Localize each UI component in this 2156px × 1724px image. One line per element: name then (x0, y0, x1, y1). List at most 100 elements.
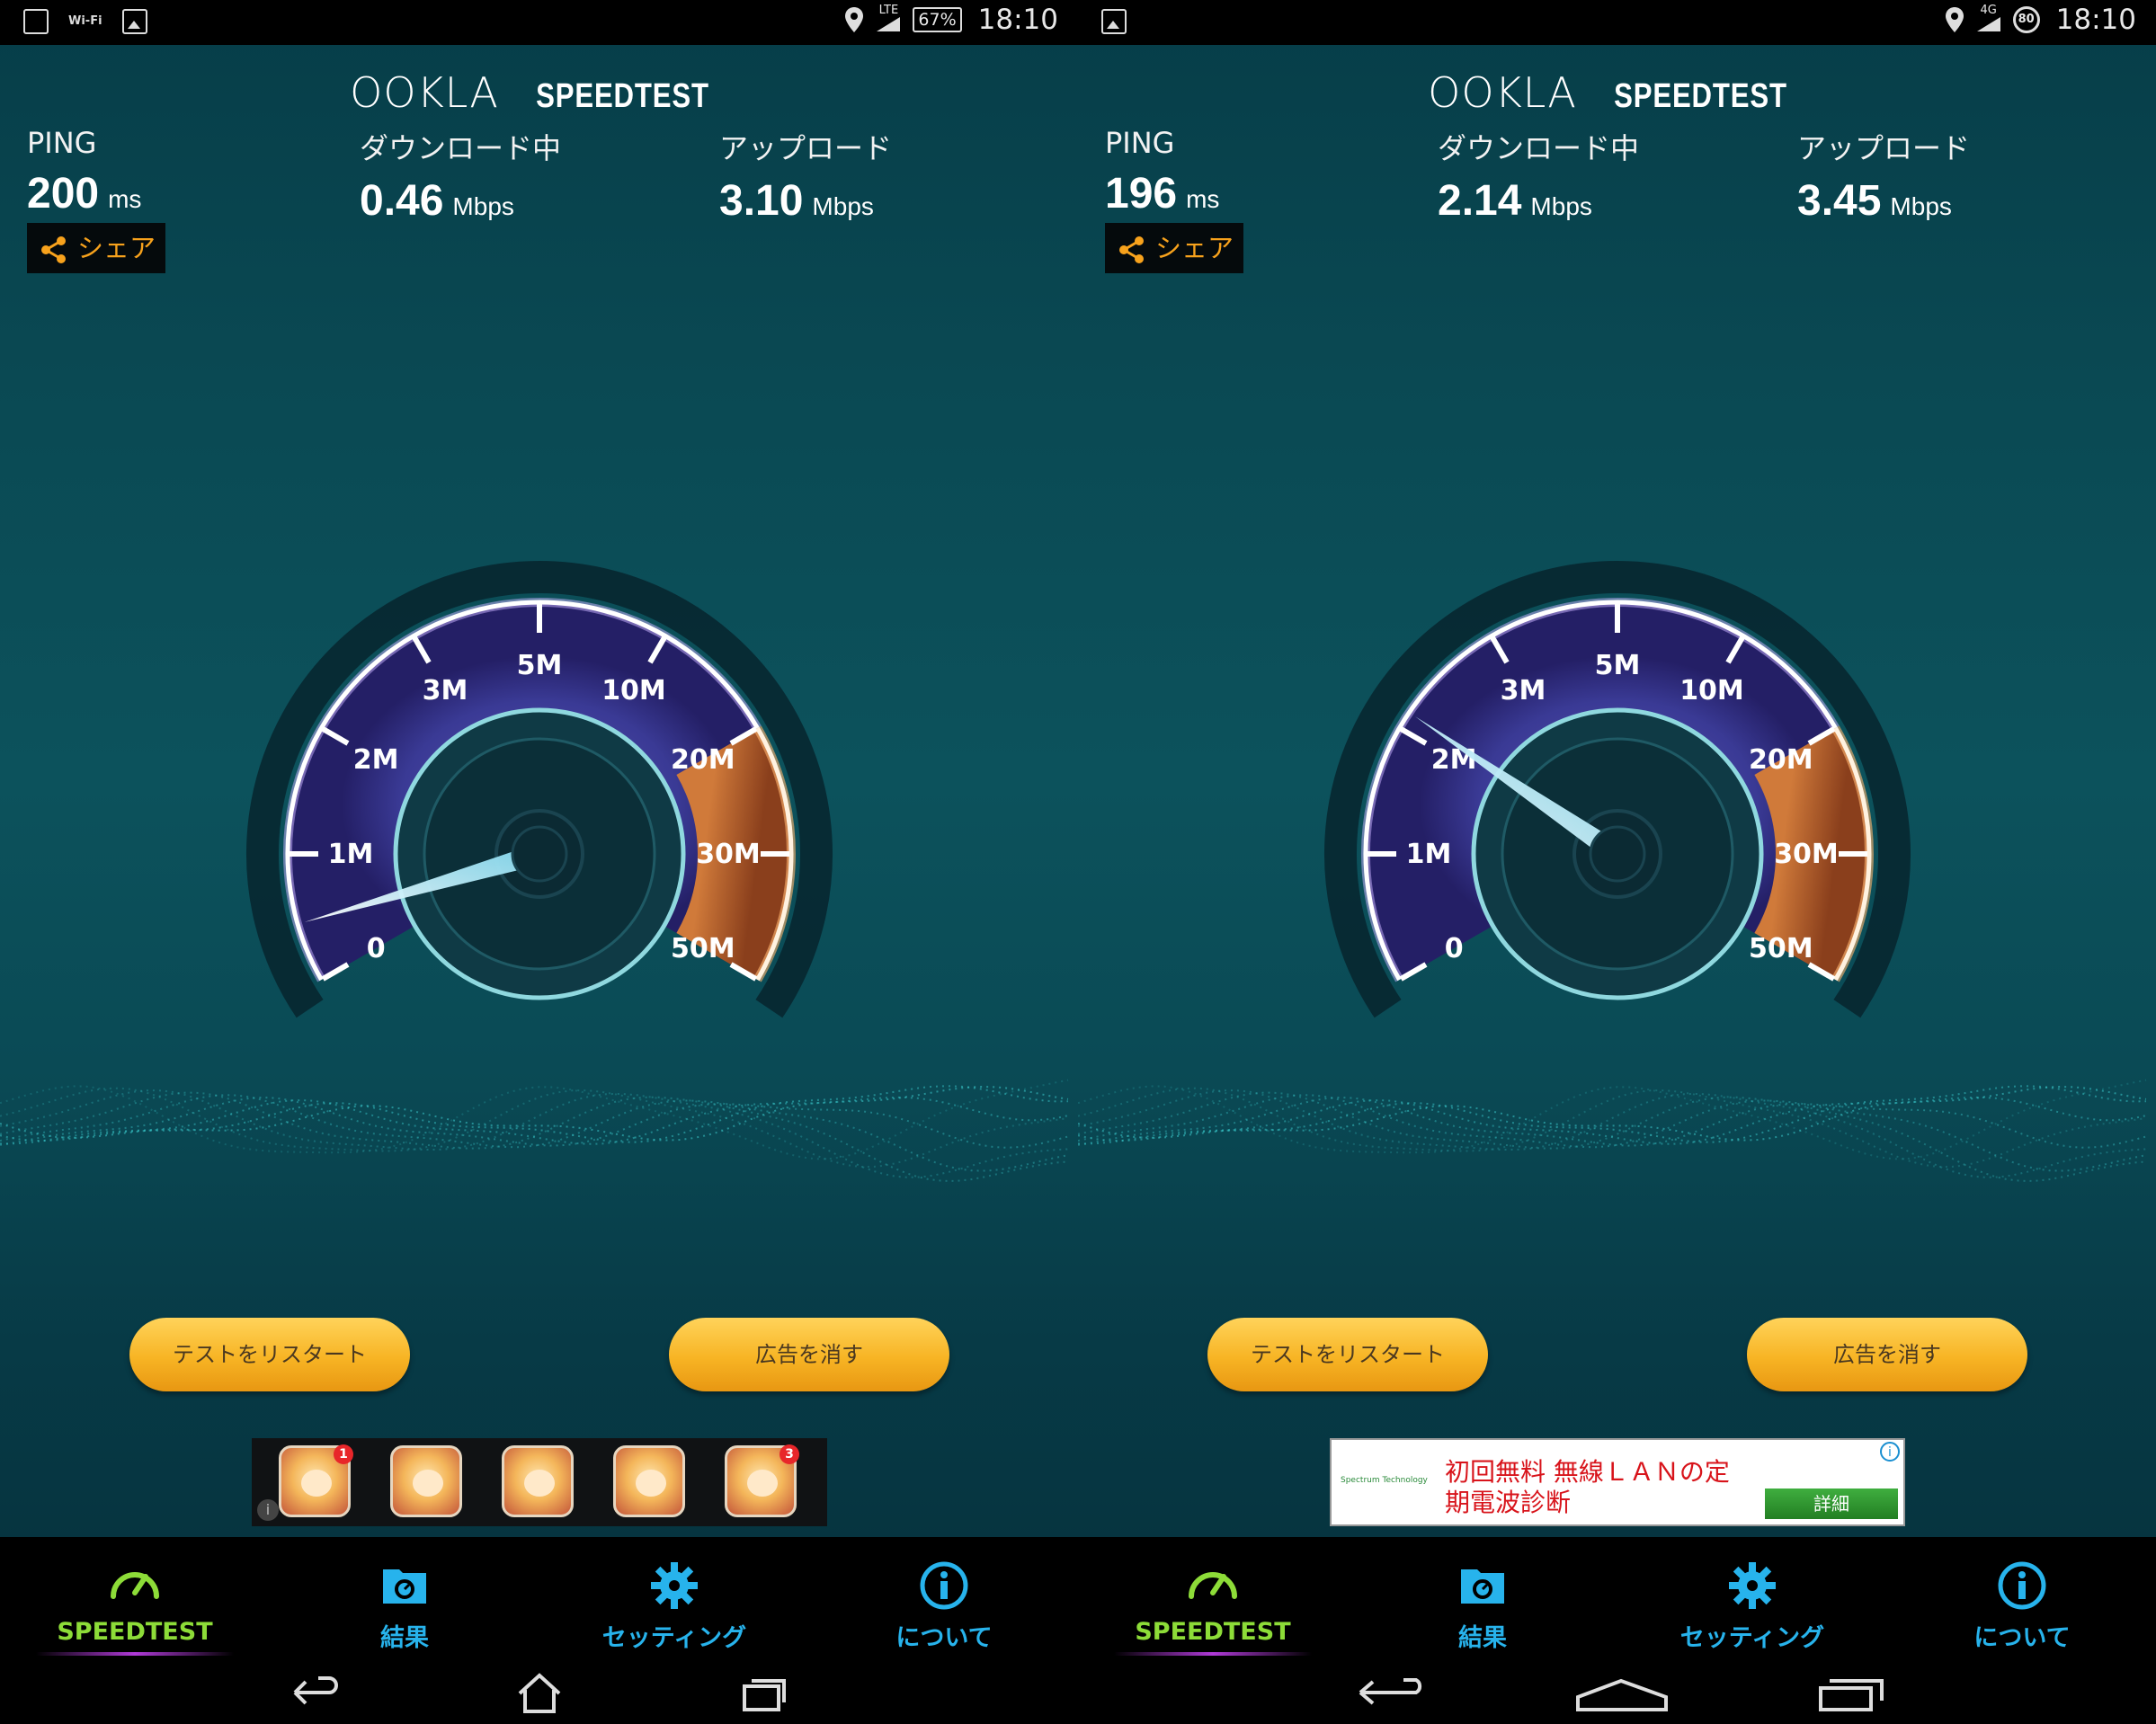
speedometer-icon (1189, 1572, 1237, 1599)
download-unit: Mbps (1530, 192, 1592, 220)
ad-info-icon[interactable]: i (257, 1499, 279, 1521)
folder-results-icon (383, 1569, 426, 1604)
ping-label: PING (1105, 126, 1175, 160)
gauge-label: 50M (671, 933, 735, 964)
tab-about[interactable]: について (809, 1551, 1078, 1659)
gear-icon (1729, 1562, 1776, 1609)
recent-apps-button[interactable] (1806, 1661, 1896, 1724)
ad-app-icon[interactable] (613, 1445, 685, 1517)
ad-headline-cont: 期電波診断 (1445, 1488, 1572, 1517)
gauge-label: 5M (517, 650, 563, 681)
share-button[interactable]: シェア (27, 223, 165, 273)
gauge-label: 3M (1501, 675, 1546, 706)
speedometer-icon (111, 1572, 159, 1599)
download-stat: ダウンロード中 0.46 Mbps (360, 126, 561, 226)
download-graph (361, 234, 524, 275)
gauge-label: 10M (601, 675, 666, 706)
gauge-label: 20M (1749, 744, 1813, 776)
location-icon (845, 7, 864, 32)
ad-app-icon[interactable] (502, 1445, 574, 1517)
status-bar: 4G 80 18:10 (1078, 0, 2156, 45)
upload-unit: Mbps (1890, 192, 1952, 220)
gauge-label: 20M (671, 744, 735, 776)
gauge-label: 30M (696, 839, 761, 870)
download-label: ダウンロード中 (360, 131, 562, 165)
ad-app-icon[interactable] (390, 1445, 462, 1517)
battery-indicator: 80 (2012, 6, 2040, 33)
ad-logo: Spectrum Technology (1341, 1476, 1428, 1485)
speedtest-screen-left: Wi-Fi LTE 67% 18:10 OOKLA SPEEDTEST PING … (0, 0, 1078, 1724)
wave-decoration (0, 1079, 1069, 1183)
image-icon (121, 9, 147, 34)
sim-icon (23, 9, 49, 34)
gauge-label: 3M (423, 675, 468, 706)
bottom-navigation: SPEEDTEST 結果 セッティング について (1078, 1537, 2156, 1724)
ad-banner[interactable]: 1 3 i (252, 1438, 827, 1526)
back-button[interactable] (279, 1661, 351, 1724)
ookla-speedtest-logo: OOKLA SPEEDTEST (1428, 68, 1787, 117)
ping-stat: PING 196 ms (1105, 126, 1219, 218)
download-value: 0.46 (360, 177, 444, 225)
ping-value: 200 (27, 170, 100, 218)
gauge-label: 0 (1445, 933, 1464, 964)
signal-icon: LTE (877, 4, 901, 35)
image-icon (1101, 9, 1127, 34)
download-label: ダウンロード中 (1438, 131, 1640, 165)
upload-label: アップロード (1797, 131, 1971, 165)
gauge-label: 5M (1595, 650, 1641, 681)
gauge-label: 10M (1679, 675, 1744, 706)
battery-indicator: 67% (913, 7, 962, 32)
tab-speedtest[interactable]: SPEEDTEST (0, 1551, 270, 1659)
upload-label: アップロード (719, 131, 893, 165)
ping-unit: ms (1186, 185, 1220, 213)
gauge-label: 50M (1749, 933, 1813, 964)
recent-apps-button[interactable] (728, 1661, 800, 1724)
share-icon (1119, 236, 1144, 263)
signal-icon: 4G (1976, 4, 2000, 35)
share-button[interactable]: シェア (1105, 223, 1243, 273)
gauge-label: 2M (353, 744, 399, 776)
ad-details-button[interactable]: 詳細 (1765, 1489, 1898, 1519)
info-icon (920, 1561, 968, 1610)
restart-test-button[interactable]: テストをリスタート (129, 1318, 410, 1391)
gauge-label: 1M (1406, 839, 1452, 870)
clock: 18:10 (2055, 4, 2136, 36)
speed-gauge: 0 1M 2M 3M 5M 10M 20M 30M 50M (246, 561, 833, 1018)
back-button[interactable] (1348, 1661, 1438, 1724)
ad-app-icon[interactable]: 1 (279, 1444, 353, 1517)
tab-speedtest[interactable]: SPEEDTEST (1078, 1551, 1348, 1659)
download-value: 2.14 (1438, 177, 1522, 225)
upload-graph (1798, 231, 1962, 275)
wifi-icon: Wi-Fi (68, 14, 102, 28)
upload-value: 3.45 (1797, 177, 1882, 225)
tab-results[interactable]: 結果 (270, 1551, 539, 1659)
gauge-label: 0 (367, 933, 386, 964)
gauge-label: 1M (328, 839, 374, 870)
home-button[interactable] (1572, 1661, 1671, 1724)
upload-graph (720, 231, 884, 275)
share-icon (41, 236, 66, 263)
ad-app-icon[interactable]: 3 (725, 1444, 799, 1517)
upload-stat: アップロード 3.45 Mbps (1797, 126, 1970, 226)
restart-test-button[interactable]: テストをリスタート (1207, 1318, 1488, 1391)
download-graph (1439, 235, 1602, 275)
remove-ads-button[interactable]: 広告を消す (1747, 1318, 2027, 1391)
upload-value: 3.10 (719, 177, 804, 225)
upload-stat: アップロード 3.10 Mbps (719, 126, 892, 226)
tab-settings[interactable]: セッティング (539, 1551, 809, 1659)
download-unit: Mbps (452, 192, 514, 220)
wave-decoration (1078, 1079, 2147, 1183)
ad-banner[interactable]: Spectrum Technology 初回無料 無線ＬＡＮの定 期電波診断 詳… (1330, 1438, 1905, 1526)
location-icon (1945, 7, 1964, 32)
ookla-speedtest-logo: OOKLA SPEEDTEST (350, 68, 709, 117)
gauge-label: 30M (1774, 839, 1839, 870)
tab-results[interactable]: 結果 (1348, 1551, 1617, 1659)
tab-about[interactable]: について (1887, 1551, 2156, 1659)
home-button[interactable] (503, 1661, 575, 1724)
remove-ads-button[interactable]: 広告を消す (669, 1318, 949, 1391)
ad-info-icon[interactable]: i (1880, 1442, 1900, 1462)
speed-gauge: 0 1M 2M 3M 5M 10M 20M 30M 50M (1324, 561, 1911, 1018)
notification-badge: 1 (334, 1444, 353, 1464)
tab-settings[interactable]: セッティング (1617, 1551, 1887, 1659)
ping-value: 196 (1105, 170, 1178, 218)
